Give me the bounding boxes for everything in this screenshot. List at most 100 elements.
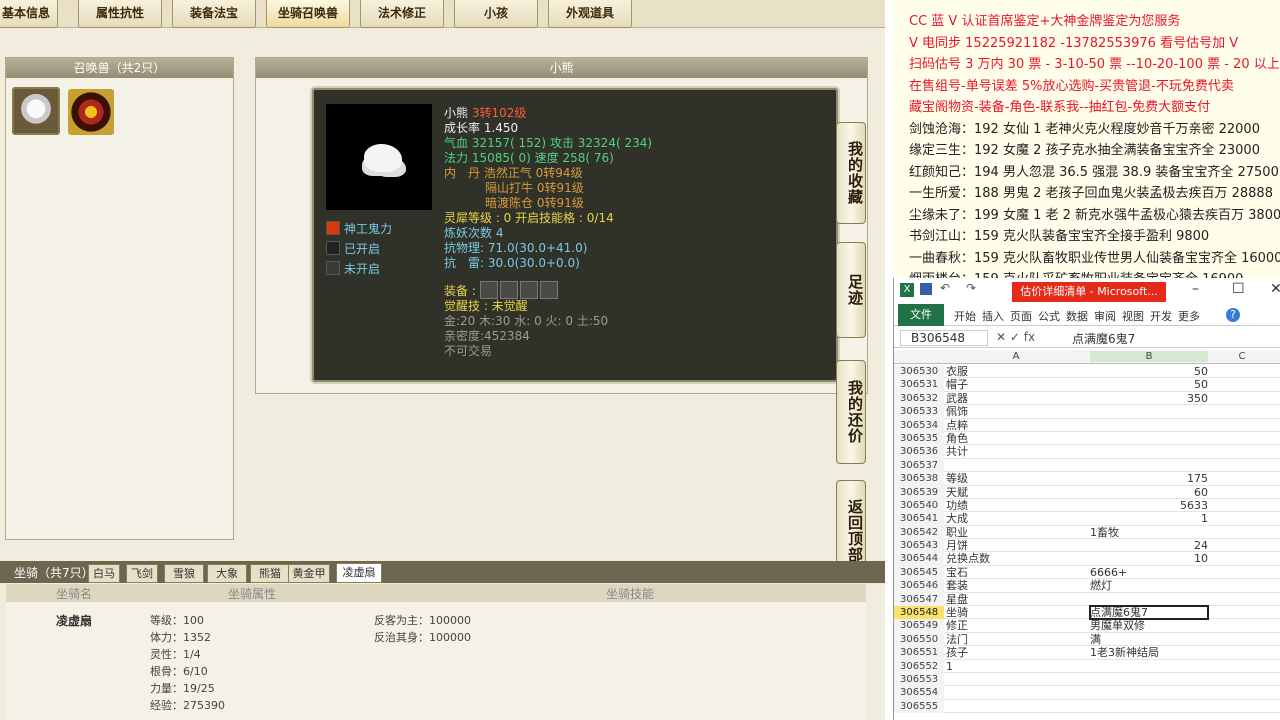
row-number[interactable]: 306543 xyxy=(894,539,944,553)
cell-a[interactable]: 佩饰 xyxy=(946,405,1086,418)
cell-a[interactable]: 月饼 xyxy=(946,539,1086,552)
cell-b[interactable]: 10 xyxy=(1090,552,1208,565)
row-number[interactable]: 306535 xyxy=(894,431,944,446)
column-header-a[interactable]: A xyxy=(946,351,1086,362)
cell-b[interactable]: 5633 xyxy=(1090,499,1208,512)
cell-b[interactable]: 50 xyxy=(1090,365,1208,378)
cell-a[interactable]: 功绩 xyxy=(946,499,1086,512)
row-number[interactable]: 306534 xyxy=(894,418,944,432)
row-number[interactable]: 306549 xyxy=(894,619,944,633)
ribbon-tab[interactable]: 更多 xyxy=(1178,308,1200,324)
cell-b[interactable]: 1 xyxy=(1090,512,1208,525)
row-number[interactable]: 306544 xyxy=(894,552,944,566)
row-number[interactable]: 306532 xyxy=(894,391,944,406)
pet-thumb-ghost[interactable] xyxy=(68,89,114,135)
row-number[interactable]: 306553 xyxy=(894,672,944,687)
ribbon-tab[interactable]: 审阅 xyxy=(1094,308,1116,324)
fx-icon[interactable]: ✕ ✓ fx xyxy=(996,330,1035,344)
row-number[interactable]: 306537 xyxy=(894,458,944,473)
row-number[interactable]: 306531 xyxy=(894,378,944,392)
undo-icon[interactable]: ↶ xyxy=(940,281,950,295)
cell-a[interactable]: 修正 xyxy=(946,619,1086,632)
row-number[interactable]: 306547 xyxy=(894,592,944,607)
help-icon[interactable]: ? xyxy=(1226,308,1240,322)
cell-a[interactable]: 共计 xyxy=(946,445,1086,458)
cell-a[interactable]: 衣服 xyxy=(946,365,1086,378)
cell-a[interactable]: 套装 xyxy=(946,579,1086,592)
mount-tab-lingxu-fan[interactable]: 凌虚扇 xyxy=(336,563,382,583)
redo-icon[interactable]: ↷ xyxy=(966,281,976,295)
mount-tab-snow-wolf[interactable]: 雪狼 xyxy=(164,564,204,583)
tab-appearance[interactable]: 外观道具 xyxy=(548,0,632,28)
tab-basic-info[interactable]: 基本信息 xyxy=(0,0,58,28)
mount-tab-elephant[interactable]: 大象 xyxy=(207,564,247,583)
ribbon-tab[interactable]: 页面 xyxy=(1010,308,1032,324)
cell-b[interactable]: 1老3新神结局 xyxy=(1090,646,1208,659)
cell-a[interactable]: 武器 xyxy=(946,392,1086,405)
cell-b[interactable]: 男魔单双修 xyxy=(1090,619,1208,632)
row-number[interactable]: 306546 xyxy=(894,579,944,593)
cell-a[interactable]: 大成 xyxy=(946,512,1086,525)
maximize-icon[interactable]: ☐ xyxy=(1232,281,1245,297)
ribbon-tab-file[interactable]: 文件 xyxy=(898,304,944,326)
column-header-b[interactable]: B xyxy=(1090,351,1208,362)
cell-b[interactable]: 175 xyxy=(1090,472,1208,485)
ribbon-tab[interactable]: 数据 xyxy=(1066,308,1088,324)
cell-a[interactable]: 职业 xyxy=(946,526,1086,539)
tab-equipment[interactable]: 装备法宝 xyxy=(172,0,256,28)
cell-a[interactable]: 宝石 xyxy=(946,566,1086,579)
row-number[interactable]: 306545 xyxy=(894,565,944,580)
skill-slot-1[interactable]: 神工鬼力 xyxy=(326,220,426,236)
mount-tab-white-horse[interactable]: 白马 xyxy=(88,564,120,583)
minimize-icon[interactable]: – xyxy=(1192,281,1199,297)
cell-a[interactable]: 天赋 xyxy=(946,486,1086,499)
cell-a[interactable]: 点粹 xyxy=(946,419,1086,432)
equip-slot[interactable] xyxy=(539,281,558,299)
row-number[interactable]: 306539 xyxy=(894,485,944,499)
my-offer-button[interactable]: 我的还价 xyxy=(836,360,866,464)
skill-slot-2[interactable]: 已开启 xyxy=(326,240,426,256)
equip-slot[interactable] xyxy=(519,281,538,299)
pet-thumb-bear[interactable] xyxy=(12,87,60,135)
cell-b[interactable]: 满 xyxy=(1090,633,1208,646)
column-header-c[interactable]: C xyxy=(1212,351,1272,362)
ribbon-tab[interactable]: 开发 xyxy=(1150,308,1172,324)
tab-spell-correction[interactable]: 法术修正 xyxy=(360,0,444,28)
cell-b[interactable]: 1畜牧 xyxy=(1090,526,1208,539)
cell-b[interactable]: 24 xyxy=(1090,539,1208,552)
tab-mount-summon[interactable]: 坐骑召唤兽 xyxy=(266,0,350,28)
cell-a[interactable]: 孩子 xyxy=(946,646,1086,659)
cell-b[interactable]: 6666+ xyxy=(1090,566,1208,579)
cell-a[interactable]: 帽子 xyxy=(946,378,1086,391)
formula-input[interactable]: 点满魔6鬼7 xyxy=(1072,330,1135,347)
row-number[interactable]: 306555 xyxy=(894,699,944,714)
cell-a[interactable]: 1 xyxy=(946,660,1086,673)
skill-slot-3[interactable]: 未开启 xyxy=(326,260,426,276)
name-box[interactable]: B306548 xyxy=(900,330,988,346)
row-number[interactable]: 306550 xyxy=(894,632,944,647)
row-number[interactable]: 306542 xyxy=(894,525,944,540)
cell-b[interactable]: 60 xyxy=(1090,486,1208,499)
selected-cell-b[interactable]: 点满魔6鬼7 xyxy=(1089,605,1209,621)
ribbon-tab[interactable]: 视图 xyxy=(1122,308,1144,324)
cell-a[interactable]: 星盘 xyxy=(946,593,1086,606)
row-number[interactable]: 306554 xyxy=(894,686,944,700)
cell-a[interactable]: 坐骑 xyxy=(946,606,1086,619)
ribbon-tab[interactable]: 开始 xyxy=(954,308,976,324)
row-number[interactable]: 306538 xyxy=(894,472,944,486)
tab-child[interactable]: 小孩 xyxy=(454,0,538,28)
cell-a[interactable]: 法门 xyxy=(946,633,1086,646)
cell-b[interactable]: 50 xyxy=(1090,378,1208,391)
equip-slot[interactable] xyxy=(479,281,498,299)
close-icon[interactable]: ✕ xyxy=(1270,281,1280,297)
mount-tab-flying-sword[interactable]: 飞剑 xyxy=(126,564,158,583)
mount-tab-golden-armor[interactable]: 黄金甲 xyxy=(288,564,330,583)
my-favorites-button[interactable]: 我的收藏 xyxy=(836,122,866,224)
cell-b[interactable]: 燃灯 xyxy=(1090,579,1208,592)
row-number[interactable]: 306540 xyxy=(894,498,944,513)
cell-a[interactable]: 角色 xyxy=(946,432,1086,445)
cell-a[interactable]: 兑换点数 xyxy=(946,552,1086,565)
row-number[interactable]: 306548 xyxy=(894,606,944,620)
equip-slot[interactable] xyxy=(499,281,518,299)
row-number[interactable]: 306536 xyxy=(894,445,944,459)
